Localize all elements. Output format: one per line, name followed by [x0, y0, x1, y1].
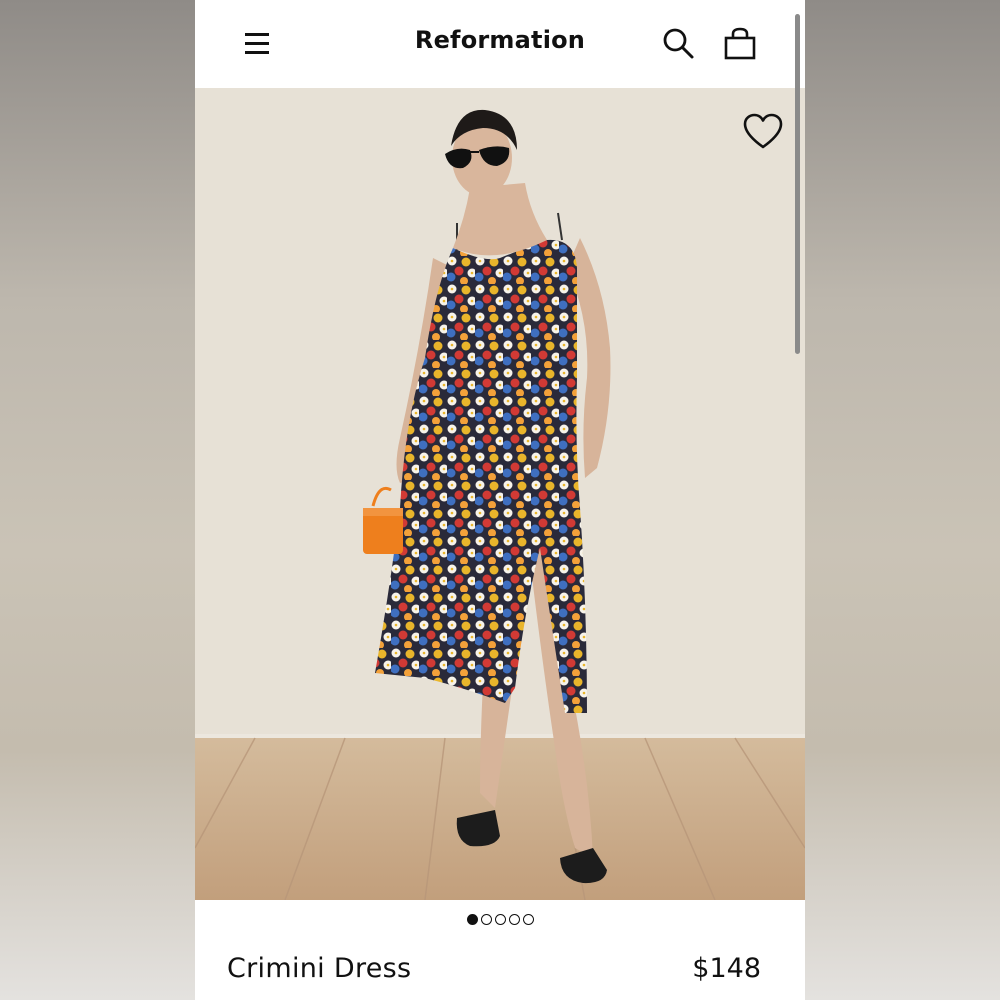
model-photo: [195, 88, 805, 900]
search-icon[interactable]: [661, 26, 695, 60]
product-price: $148: [692, 953, 761, 984]
carousel-dot-2[interactable]: [480, 913, 492, 925]
scrollbar[interactable]: [795, 14, 800, 354]
product-image[interactable]: [195, 88, 805, 900]
carousel-dot-1[interactable]: [466, 913, 478, 925]
carousel-dot-4[interactable]: [508, 913, 520, 925]
phone-screen: Reformation Crimini Dress $148: [195, 0, 805, 1000]
backdrop-right: [805, 0, 1000, 1000]
heart-outline-icon[interactable]: [741, 112, 785, 152]
brand-logo[interactable]: Reformation: [195, 26, 805, 54]
shopping-bag-icon[interactable]: [722, 26, 758, 62]
carousel-dot-5[interactable]: [522, 913, 534, 925]
product-name: Crimini Dress: [227, 953, 412, 984]
top-navigation-bar: Reformation: [195, 0, 805, 88]
carousel-dot-3[interactable]: [494, 913, 506, 925]
backdrop-left: [0, 0, 195, 1000]
image-carousel-indicator: [195, 909, 805, 929]
